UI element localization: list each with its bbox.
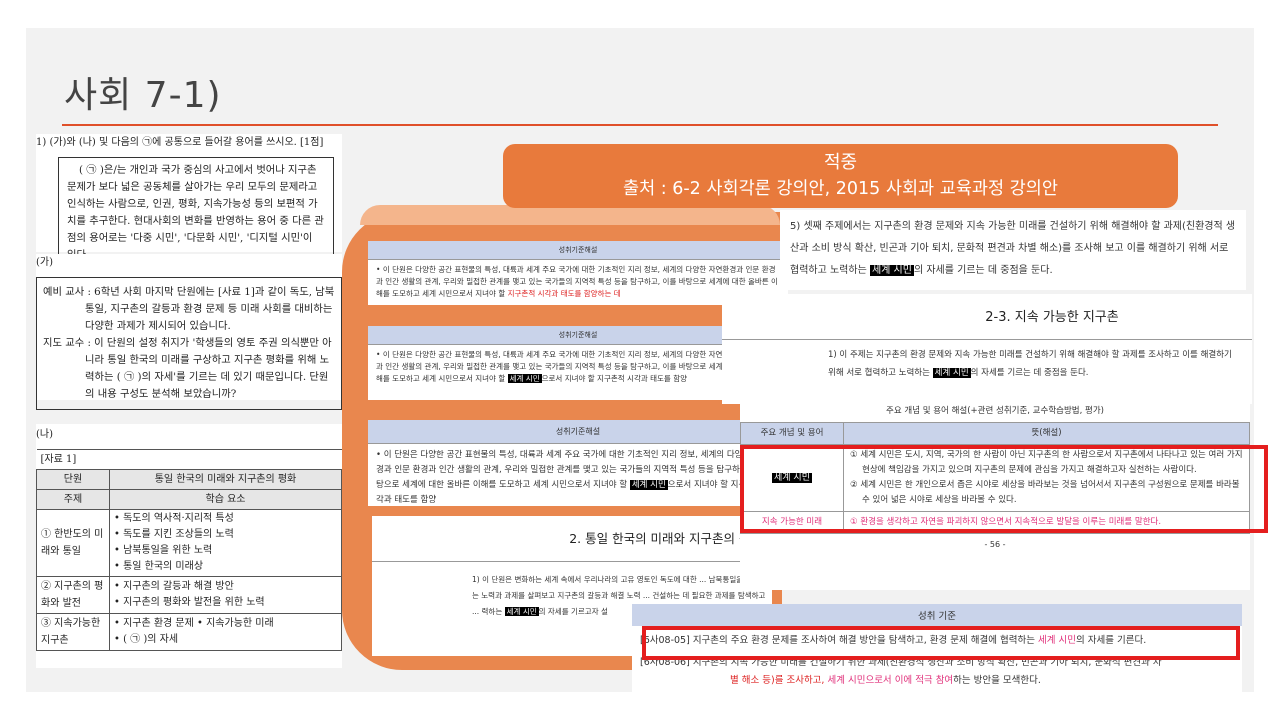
achievement-text-2b: 별 해소 등)를 조사하고, xyxy=(730,675,828,686)
standard-text-tail: 으로서 지녀야 할 지구촌적 시각과 태도를 함양 xyxy=(541,374,688,383)
table-topic-cell: ① 한반도의 미래와 통일 xyxy=(36,509,110,577)
standard-body: • 이 단원은 다양한 공간 표현물의 특성, 대륙과 세계 주요 국가에 대한… xyxy=(376,450,780,505)
table-row: ① 한반도의 미래와 통일 • 독도의 역사적·지리적 특성 • 독도를 지킨 조… xyxy=(36,509,342,577)
exam-data-table: [자료 1] 단원 통일 한국의 미래와 지구촌의 평화 주제 학습 요소 ① 한반… xyxy=(36,449,342,651)
table-header-topic: 주제 xyxy=(36,489,110,510)
concept-title: 주요 개념 및 용어 해설(+관련 성취기준, 교수학습방법, 평가) xyxy=(886,406,1104,416)
keyword-highlight: 세계 시민 xyxy=(629,480,668,490)
table-items-cell: • 지구촌 환경 문제 • 지속가능한 미래 • ( ㉠ )의 자세 xyxy=(109,613,342,651)
page-number: - 56 - xyxy=(984,540,1006,549)
banner-source-label: 출처 : 6-2 사회각론 강의안, 2015 사회과 교육과정 강의안 xyxy=(623,179,1058,199)
section-2-3-body: 1) 이 주제는 지구촌의 환경 문제와 지속 가능한 미래를 건설하기 위해 … xyxy=(828,346,1242,382)
table-items-cell: • 지구촌의 갈등과 해결 방안 • 지구촌의 평화와 발전을 위한 노력 xyxy=(109,576,342,614)
source-banner: 적중 출처 : 6-2 사회각론 강의안, 2015 사회과 교육과정 강의안 xyxy=(503,144,1178,208)
theme5-body: 5) 셋째 주제에서는 지구촌의 환경 문제와 지속 가능한 미래를 건설하기 … xyxy=(780,210,1246,282)
keyword-highlight: 세계 시민 xyxy=(932,368,971,378)
exam-definition-box: ( ㉠ )은/는 개인과 국가 중심의 사고에서 벗어나 지구촌 문제가 보다 … xyxy=(58,157,334,269)
achievement-highlight-box xyxy=(642,626,1240,660)
achievement-header: 성취 기준 xyxy=(632,604,1242,626)
concept-col-header: 뜻(해설) xyxy=(843,422,1250,445)
theme5-document: 5) 셋째 주제에서는 지구촌의 환경 문제와 지속 가능한 미래를 건설하기 … xyxy=(780,210,1246,290)
section-2-3-document: 2-3. 지속 가능한 지구촌 1) 이 주제는 지구촌의 환경 문제와 지속 … xyxy=(722,294,1252,404)
exam-question-text: 1) (가)와 (나) 및 다음의 ㉠에 공통으로 들어갈 용어를 쓰시오. [… xyxy=(36,137,324,148)
table-row: ② 지구촌의 평화와 발전 • 지구촌의 갈등과 해결 방안 • 지구촌의 평화와… xyxy=(36,576,342,614)
standard-highlight: 지구촌적 시각과 태도를 함양하는 데 xyxy=(507,289,621,298)
section-2-3-rule xyxy=(722,339,1252,340)
section-2-3-tail: 의 자세를 기르는 데 중점을 둔다. xyxy=(970,368,1089,378)
unit2-rule xyxy=(372,561,772,562)
exam-ga-scan: (가) 예비 교사 : 6학년 사회 마지막 단원에는 [사료 1]과 같이 독… xyxy=(36,254,342,410)
keyword-highlight: 세계 시민 xyxy=(869,265,914,276)
exam-ga-box: 예비 교사 : 6학년 사회 마지막 단원에는 [사료 1]과 같이 독도, 남… xyxy=(36,277,342,410)
achievement-text-2-tail: 하는 방안을 모색한다. xyxy=(953,675,1041,686)
unit2-tail: 의 자세를 기르고자 설 xyxy=(538,607,608,616)
standard-header: 성취기준해설 xyxy=(368,241,788,260)
table-items-cell: • 독도의 역사적·지리적 특성 • 독도를 지킨 조상들의 노력 • 남북통일… xyxy=(109,509,342,577)
exam-ga-label: (가) xyxy=(36,257,54,268)
table-row: ③ 지속가능한 지구촌 • 지구촌 환경 문제 • 지속가능한 미래 • ( ㉠ … xyxy=(36,613,342,651)
keyword-highlight: 세계 시민 xyxy=(507,374,542,383)
exam-ga-dialogue-1: 예비 교사 : 6학년 사회 마지막 단원에는 [사료 1]과 같이 독도, 남… xyxy=(43,286,335,332)
keyword-highlight: 세계 시민 xyxy=(504,607,539,616)
concept-highlight-box xyxy=(740,445,1268,533)
banner-hit-label: 적중 xyxy=(823,152,858,173)
exam-question-scan: 1) (가)와 (나) 및 다음의 ㉠에 공통으로 들어갈 용어를 쓰시오. [… xyxy=(36,134,342,269)
table-caption: [자료 1] xyxy=(36,449,342,470)
table-topic-cell: ③ 지속가능한 지구촌 xyxy=(36,613,110,651)
exam-ga-dialogue-2: 지도 교수 : 이 단원의 설정 취지가 '학생들의 영토 주권 의식뿐만 아니… xyxy=(43,337,332,400)
table-topic-cell: ② 지구촌의 평화와 발전 xyxy=(36,576,110,614)
table-header-unit: 단원 xyxy=(36,469,110,490)
slide-title: 사회 7-1) xyxy=(64,75,222,116)
concept-col-header: 주요 개념 및 용어 xyxy=(740,422,844,445)
exam-na-label: (나) xyxy=(36,429,54,440)
table-header-elements: 학습 요소 xyxy=(109,489,342,510)
achievement-standard-card-3: 성취기준해설 • 이 단원은 다양한 공간 표현물의 특성, 대륙과 세계 주요… xyxy=(368,420,788,506)
table-header-unit-value: 통일 한국의 미래와 지구촌의 평화 xyxy=(109,469,342,490)
standard-header: 성취기준해설 xyxy=(368,420,788,444)
exam-na-scan: (나) [자료 1] 단원 통일 한국의 미래와 지구촌의 평화 주제 학습 요소 … xyxy=(36,424,342,668)
achievement-keyword-2: 세계 시민으로서 이에 적극 참여 xyxy=(827,675,954,686)
collage-backdrop-shadow xyxy=(360,205,780,225)
title-divider xyxy=(62,124,1218,126)
theme5-tail: 의 자세를 기르는 데 중점을 둔다. xyxy=(913,265,1053,276)
section-2-3-title: 2-3. 지속 가능한 지구촌 xyxy=(985,310,1119,325)
unit2-title: 2. 통일 한국의 미래와 지구촌의 평화 xyxy=(569,531,762,546)
